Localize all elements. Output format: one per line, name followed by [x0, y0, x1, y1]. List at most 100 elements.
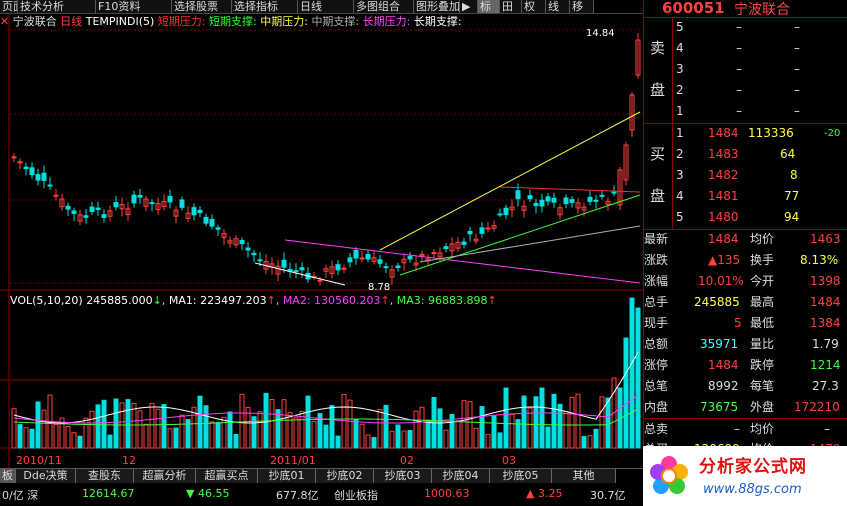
candle-body: [395, 265, 401, 269]
candle-body: [467, 230, 473, 235]
candle-body: [35, 174, 41, 181]
volume-bar: [107, 434, 113, 449]
toolbar-btn-tech[interactable]: 技术分析: [18, 0, 96, 13]
volume-bar: [587, 435, 593, 449]
chart-area[interactable]: [0, 0, 643, 468]
index-ticker: 0/亿 深 12614.67 ▼ 46.55 677.8亿 创业板指 1000.…: [0, 483, 643, 506]
candle-body: [11, 156, 17, 159]
volume-bar: [179, 414, 185, 449]
candle-body: [239, 239, 245, 245]
toolbar-btn-grid[interactable]: 田: [500, 0, 522, 13]
volume-bar: [605, 397, 611, 449]
volume-bar: [407, 430, 413, 449]
volume-bar: [485, 433, 491, 449]
volume-bar: [311, 420, 317, 449]
volume-bar: [395, 424, 401, 449]
toolbar-btn-daily[interactable]: 日线: [298, 0, 354, 13]
date-label: 03: [502, 454, 516, 467]
close-icon[interactable]: ✕: [0, 15, 9, 28]
volume-bar: [569, 396, 575, 449]
toolbar-btn-indicator[interactable]: 选择指标: [232, 0, 298, 13]
ask-row: 3– –: [676, 62, 800, 76]
line-label-short-pressure: 短期压力:: [157, 15, 206, 28]
stat-row: 涨跌 ▲135 换手 8.13%: [644, 253, 839, 267]
volume-bar: [467, 401, 473, 449]
date-label: 2011/01: [270, 454, 316, 467]
toolbar-btn-page[interactable]: 页面: [0, 0, 18, 13]
toolbar-btn-move[interactable]: 移: [570, 0, 594, 13]
tab-chaoying-analysis[interactable]: 超赢分析: [134, 469, 196, 483]
tab-bottom04[interactable]: 抄底04: [432, 469, 490, 483]
tab-other[interactable]: 其他: [552, 469, 616, 483]
candle-body: [317, 279, 323, 282]
toolbar-btn-line[interactable]: 线: [546, 0, 570, 13]
candle-body: [587, 196, 593, 202]
bid-block: 买 盘 1 1484 113336 -20 2 1483 64 3 1482 8 4 1481 7…: [644, 123, 847, 230]
volume-bar: [131, 403, 137, 449]
top-toolbar: 页面 技术分析 F10资料 选择股票 选择指标 日线 多图组合 图形叠加 ▶ 标…: [0, 0, 643, 14]
toolbar-btn-multi[interactable]: 多图组合: [354, 0, 414, 13]
site-logo: 分析家公式网 www.88gs.com: [643, 446, 847, 506]
volume-bar: [275, 409, 281, 449]
volume-bar: [209, 421, 215, 449]
volume-bar: [113, 398, 119, 449]
candle-body: [101, 214, 107, 218]
toolbar-btn-f10[interactable]: F10资料: [96, 0, 172, 13]
volume-bar: [629, 297, 635, 449]
volume-bar: [359, 423, 365, 449]
toolbar-btn-play[interactable]: ▶: [460, 0, 478, 13]
candle-body: [179, 199, 185, 208]
volume-bar: [167, 428, 173, 449]
ticker-item: ▲ 3.25: [526, 487, 563, 500]
candle-body: [293, 270, 299, 273]
candle-body: [611, 191, 617, 194]
candle-body: [551, 197, 557, 203]
trend-line-mid-pressure: [379, 111, 641, 251]
tab-bottom05[interactable]: 抄底05: [490, 469, 552, 483]
candle-body: [53, 194, 59, 197]
tab-chaoying-buy[interactable]: 超赢买点: [196, 469, 258, 483]
tab-bottom02[interactable]: 抄底02: [316, 469, 374, 483]
tab-bottom01[interactable]: 抄底01: [258, 469, 316, 483]
tab-dde[interactable]: Dde决策: [16, 469, 76, 483]
volume-bar: [143, 423, 149, 449]
toolbar-btn-overlay[interactable]: 图形叠加: [414, 0, 460, 13]
date-label: 02: [400, 454, 414, 467]
volume-bar: [17, 424, 23, 449]
tab-bottom03[interactable]: 抄底03: [374, 469, 432, 483]
volume-title: VOL(5,10,20) 245885.000↓, MA1: 223497.20…: [10, 294, 497, 307]
volume-bar: [581, 436, 587, 449]
volume-bar: [269, 398, 275, 449]
trend-lines: [254, 111, 641, 286]
ticker-item: 0/亿 深: [2, 489, 39, 502]
candle-body: [359, 257, 365, 260]
tab-board[interactable]: 板: [0, 469, 16, 483]
candle-body: [83, 215, 89, 218]
volume-bar: [497, 432, 503, 449]
vol-ma1: MA1: 223497.203: [168, 294, 267, 307]
toolbar-btn-rights[interactable]: 权: [522, 0, 546, 13]
candle-body: [563, 197, 569, 205]
candle-body: [533, 203, 539, 207]
volume-bar: [509, 413, 515, 449]
candle-body: [209, 218, 215, 227]
toolbar-btn-mark[interactable]: 标: [478, 0, 500, 13]
volume-bar: [623, 337, 629, 449]
period-label: 日线: [60, 15, 83, 28]
trend-line-short-support: [399, 194, 641, 276]
stat-row: 总卖 – 均价 –: [644, 418, 847, 440]
volume-bar: [65, 425, 71, 449]
volume-bar: [35, 401, 41, 449]
ticker-item: 创业板指: [334, 489, 378, 502]
stat-row: 涨停 1484 跌停 1214: [644, 358, 841, 372]
line-label-long-support: 长期支撑:: [413, 15, 462, 28]
ticker-item: 1000.63: [424, 487, 470, 500]
volume-bar: [173, 427, 179, 449]
indicator-title: ✕ 宁波联合 日线 TEMPINDI(5) 短期压力: 短期支撑: 中期压力: …: [0, 14, 462, 30]
vol-ma3: MA3: 96883.898: [396, 294, 488, 307]
ask-row: 2– –: [676, 83, 800, 97]
candle-body: [335, 264, 341, 271]
toolbar-btn-stock[interactable]: 选择股票: [172, 0, 232, 13]
volume-bar: [479, 406, 485, 449]
tab-shareholder[interactable]: 查股东: [76, 469, 134, 483]
